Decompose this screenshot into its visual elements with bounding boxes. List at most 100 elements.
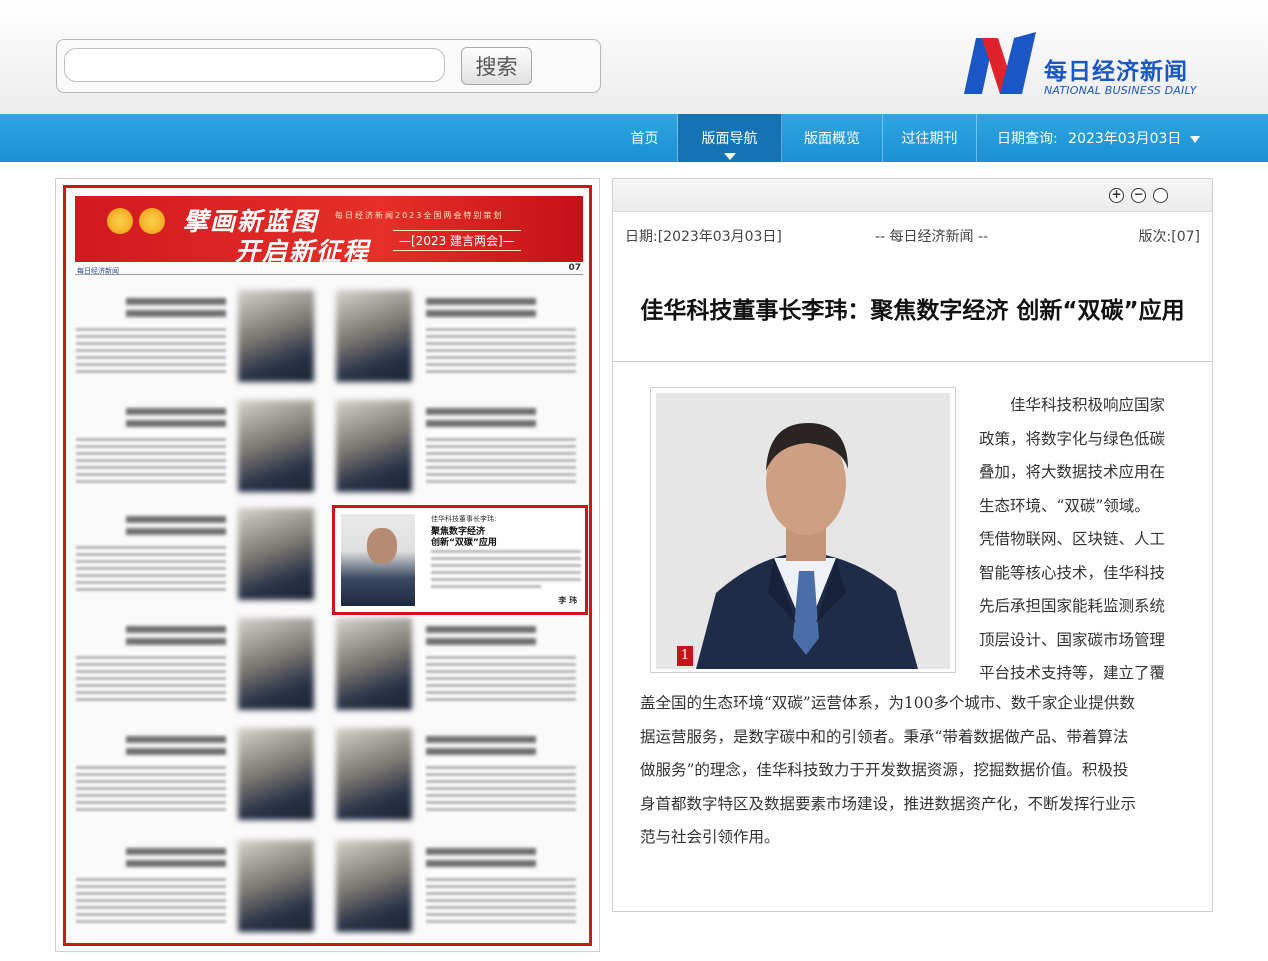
article-source: -- 每日经济新闻 -- [875, 229, 989, 245]
blurred-headline [126, 516, 226, 523]
blurred-text-line [76, 878, 226, 881]
nav-item-home[interactable]: 首页 [612, 114, 678, 162]
blurred-text-line [426, 328, 576, 331]
blurred-text-line [76, 663, 226, 666]
nav-item-layout-overview[interactable]: 版面概览 [782, 114, 883, 162]
blurred-photo [238, 508, 314, 600]
thumbnail-portrait [341, 514, 415, 606]
active-article-highlight[interactable]: 佳华科技董事长李玮: 聚焦数字经济 创新“双碳”应用 李 玮 [332, 505, 588, 615]
date-label: 日期查询: [997, 131, 1058, 147]
blurred-text-line [76, 677, 226, 680]
blurred-text-line [76, 691, 226, 694]
article-title: 佳华科技董事长李玮：聚焦数字经济 创新“双碳”应用 [640, 298, 1185, 324]
blurred-text-line [426, 349, 576, 352]
blurred-text-line [426, 335, 576, 338]
text-line: 凭借物联网、区块链、人工 [979, 530, 1166, 548]
thumb-text-line [431, 578, 581, 581]
blurred-text-line [426, 480, 576, 483]
zoom-out-icon[interactable]: − [1131, 188, 1146, 203]
blurred-text-line [76, 656, 226, 659]
blurred-text-line [426, 670, 576, 673]
article-panel: + − 日期:[2023年03月03日] -- 每日经济新闻 -- 版次:[07… [612, 178, 1213, 912]
thumb-title-line2: 创新“双碳”应用 [431, 538, 497, 548]
zoom-in-icon[interactable]: + [1109, 188, 1124, 203]
emblem-icon [139, 208, 165, 234]
blurred-text-line [76, 356, 226, 359]
blurred-headline [426, 626, 536, 633]
blurred-text-line [426, 363, 576, 366]
portrait-illustration [656, 393, 950, 669]
blurred-text-line [76, 892, 226, 895]
nav-item-layout-navigation[interactable]: 版面导航 [678, 114, 782, 162]
article-figure[interactable]: 1 [650, 387, 956, 673]
blurred-text-line [76, 567, 226, 570]
blurred-text-line [426, 780, 576, 783]
blurred-text-line [76, 349, 226, 352]
blurred-text-line [426, 691, 576, 694]
date-value: 2023年03月03日 [1068, 131, 1182, 147]
blurred-text-line [76, 787, 226, 790]
blurred-headline [426, 298, 536, 305]
text-line: 智能等核心技术，佳华科技 [979, 563, 1166, 582]
blurred-text-line [426, 473, 576, 476]
thumb-text-line [431, 585, 541, 588]
banner-title-line2: 开启新征程 [235, 237, 371, 266]
blurred-text-line [76, 773, 226, 776]
search-box: 搜索 [56, 39, 601, 93]
article-meta: 日期:[2023年03月03日] -- 每日经济新闻 -- 版次:[07] [613, 212, 1212, 252]
blurred-photo [336, 290, 412, 382]
text-line: 据运营服务，是数字碳中和的引领者。秉承“带着数据做产品、带着算法 [640, 727, 1129, 746]
blurred-headline [426, 736, 536, 743]
blurred-text-line [426, 801, 576, 804]
top-header: 搜索 每日经济新闻 NATIONAL BUSINESS DAILY [0, 0, 1268, 114]
blurred-text-line [76, 766, 226, 769]
search-input[interactable] [64, 48, 445, 82]
blurred-text-line [426, 656, 576, 659]
portrait-head [367, 528, 397, 564]
text-line: 盖全国的生态环境“双碳”运营体系，为100多个城市、数千家企业提供数 [640, 694, 1135, 712]
blurred-headline [426, 748, 536, 755]
text-line: 佳华科技积极响应国家 [1010, 396, 1166, 414]
logo[interactable]: 每日经济新闻 NATIONAL BUSINESS DAILY [964, 32, 1214, 100]
logo-chinese-name: 每日经济新闻 [1044, 58, 1188, 85]
blurred-photo [238, 618, 314, 710]
blurred-text-line [76, 808, 226, 811]
figure-number-badge: 1 [677, 646, 693, 666]
article-date: 日期:[2023年03月03日] [625, 229, 782, 245]
blurred-text-line [76, 363, 226, 366]
blurred-text-line [76, 370, 226, 373]
thumb-signature: 李 玮 [558, 596, 577, 605]
blurred-text-line [426, 773, 576, 776]
nav-bar: 首页 版面导航 版面概览 过往期刊 日期查询: 2023年03月03日 [0, 114, 1268, 162]
page-thumbnail[interactable]: 擘画新蓝图 开启新征程 每日经济新闻2023全国两会特别策划 —[2023 建言… [63, 185, 592, 946]
blurred-text-line [426, 459, 576, 462]
strip-paper-name: 每日经济新闻 [77, 267, 119, 275]
blurred-text-line [76, 670, 226, 673]
zoom-reset-icon[interactable] [1153, 188, 1168, 203]
blurred-photo [238, 840, 314, 932]
text-line: 顶层设计、国家碳市场管理 [979, 630, 1166, 649]
blurred-text-line [76, 588, 226, 591]
blurred-headline [426, 420, 536, 427]
page-number: 07 [568, 263, 581, 273]
blurred-text-line [76, 899, 226, 902]
search-button[interactable]: 搜索 [461, 47, 532, 85]
nav-item-past-issues[interactable]: 过往期刊 [883, 114, 977, 162]
blurred-text-line [426, 438, 576, 441]
divider [613, 361, 1212, 362]
caret-down-icon [723, 153, 736, 160]
text-line: 生态环境、“双碳”领域。 [979, 496, 1150, 515]
text-line: 叠加，将大数据技术应用在 [979, 463, 1166, 481]
blurred-headline [126, 298, 226, 305]
text-line: 身首都数字特区及数据要素市场建设，推进数据资产化，不断发挥行业示 [640, 794, 1137, 813]
zoom-toolbar: + − [613, 179, 1212, 212]
blurred-text-line [76, 480, 226, 483]
nav-items: 首页 版面导航 版面概览 过往期刊 日期查询: 2023年03月03日 [612, 114, 1200, 162]
blurred-headline [126, 408, 226, 415]
blurred-text-line [426, 466, 576, 469]
blurred-headline [126, 860, 226, 867]
blurred-text-line [426, 892, 576, 895]
text-line: 做服务”的理念，佳华科技致力于开发数据资源，挖掘数据价值。积极投 [640, 761, 1129, 779]
date-picker[interactable]: 日期查询: 2023年03月03日 [977, 114, 1200, 162]
blurred-text-line [426, 899, 576, 902]
